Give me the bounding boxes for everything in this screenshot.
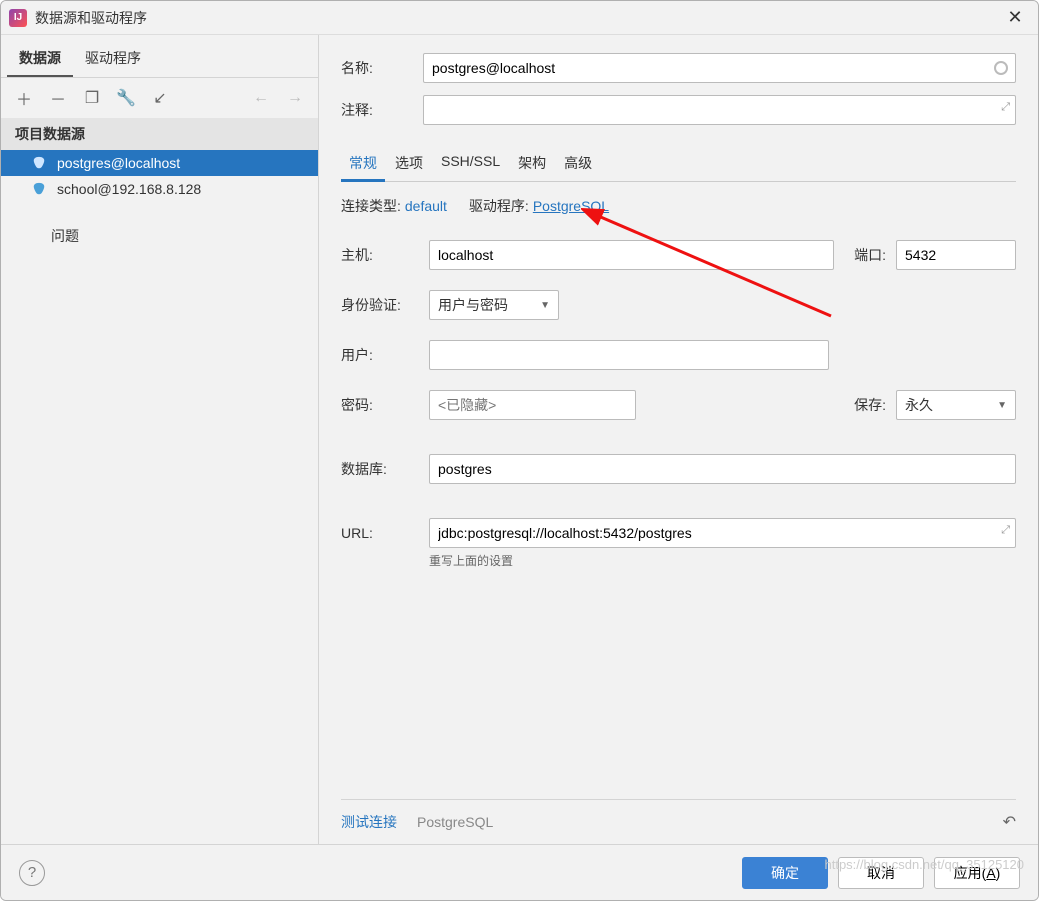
- port-input[interactable]: [896, 240, 1016, 270]
- tab-schemas[interactable]: 架构: [510, 147, 554, 181]
- main-panel: 名称: 注释: ⤢ 常规 选项 SSH/SSL 架构 高级: [319, 35, 1038, 844]
- datasource-item-postgres[interactable]: postgres@localhost: [1, 150, 318, 176]
- chevron-down-icon: ▼: [997, 400, 1007, 411]
- name-label: 名称:: [341, 58, 423, 78]
- driver-link[interactable]: PostgreSQL: [533, 198, 609, 214]
- ok-button[interactable]: 确定: [742, 857, 828, 889]
- driver-label: 驱动程序:: [469, 196, 529, 216]
- user-input[interactable]: [429, 340, 829, 370]
- back-icon[interactable]: ←: [252, 89, 270, 107]
- dialog-footer: ? 确定 取消 应用(A): [1, 844, 1038, 900]
- conn-type-value[interactable]: default: [405, 198, 447, 214]
- problems-label[interactable]: 问题: [1, 216, 318, 252]
- remove-icon[interactable]: －: [49, 86, 67, 110]
- tab-options[interactable]: 选项: [387, 147, 431, 181]
- conn-type-label: 连接类型:: [341, 196, 401, 216]
- color-indicator-icon[interactable]: [994, 61, 1008, 75]
- make-global-icon[interactable]: ↙: [151, 88, 169, 108]
- url-input[interactable]: [429, 518, 1016, 548]
- sidebar-toolbar: ＋ － ❐ 🔧 ↙ ← →: [1, 78, 318, 118]
- url-note: 重写上面的设置: [429, 552, 1016, 569]
- save-value: 永久: [905, 395, 933, 415]
- datasource-label: school@192.168.8.128: [57, 181, 201, 197]
- auth-select[interactable]: 用户与密码 ▼: [429, 290, 559, 320]
- auth-label: 身份验证:: [341, 295, 419, 315]
- expand-icon[interactable]: ⤢: [1001, 101, 1010, 114]
- save-label: 保存:: [844, 395, 886, 415]
- database-label: 数据库:: [341, 459, 419, 479]
- apply-button[interactable]: 应用(A): [934, 857, 1020, 889]
- host-input[interactable]: [429, 240, 834, 270]
- auth-value: 用户与密码: [438, 295, 508, 315]
- chevron-down-icon: ▼: [540, 300, 550, 311]
- tab-advanced[interactable]: 高级: [556, 147, 600, 181]
- test-driver-name: PostgreSQL: [417, 814, 493, 830]
- forward-icon[interactable]: →: [286, 89, 304, 107]
- cancel-button[interactable]: 取消: [838, 857, 924, 889]
- user-label: 用户:: [341, 345, 419, 365]
- sidebar: 数据源 驱动程序 ＋ － ❐ 🔧 ↙ ← → 项目数据源 postgres@lo…: [1, 35, 319, 844]
- sidebar-tab-drivers[interactable]: 驱动程序: [73, 41, 153, 77]
- postgres-icon: [31, 181, 47, 197]
- datasource-item-school[interactable]: school@192.168.8.128: [1, 176, 318, 202]
- settings-icon[interactable]: 🔧: [117, 88, 135, 108]
- detail-tabs: 常规 选项 SSH/SSL 架构 高级: [341, 147, 1016, 182]
- titlebar: IJ 数据源和驱动程序 ✕: [1, 1, 1038, 35]
- window-title: 数据源和驱动程序: [35, 8, 1000, 28]
- password-label: 密码:: [341, 395, 419, 415]
- comment-input[interactable]: [423, 95, 1016, 125]
- name-input[interactable]: [423, 53, 1016, 83]
- datasource-label: postgres@localhost: [57, 155, 180, 171]
- duplicate-icon[interactable]: ❐: [83, 88, 101, 108]
- postgres-icon: [31, 155, 47, 171]
- url-label: URL:: [341, 525, 419, 541]
- help-icon[interactable]: ?: [19, 860, 45, 886]
- tab-sshssl[interactable]: SSH/SSL: [433, 147, 508, 181]
- section-project-datasource: 项目数据源: [1, 118, 318, 150]
- test-connection-link[interactable]: 测试连接: [341, 812, 397, 832]
- save-select[interactable]: 永久 ▼: [896, 390, 1016, 420]
- close-icon[interactable]: ✕: [1000, 3, 1030, 33]
- revert-icon[interactable]: ↶: [1003, 812, 1016, 832]
- expand-icon[interactable]: ⤢: [1001, 524, 1010, 537]
- database-input[interactable]: [429, 454, 1016, 484]
- port-label: 端口:: [844, 245, 886, 265]
- password-input[interactable]: [429, 390, 636, 420]
- tab-general[interactable]: 常规: [341, 147, 385, 182]
- host-label: 主机:: [341, 245, 419, 265]
- add-icon[interactable]: ＋: [15, 86, 33, 110]
- comment-label: 注释:: [341, 100, 423, 120]
- app-icon: IJ: [9, 9, 27, 27]
- sidebar-tab-datasource[interactable]: 数据源: [7, 41, 73, 77]
